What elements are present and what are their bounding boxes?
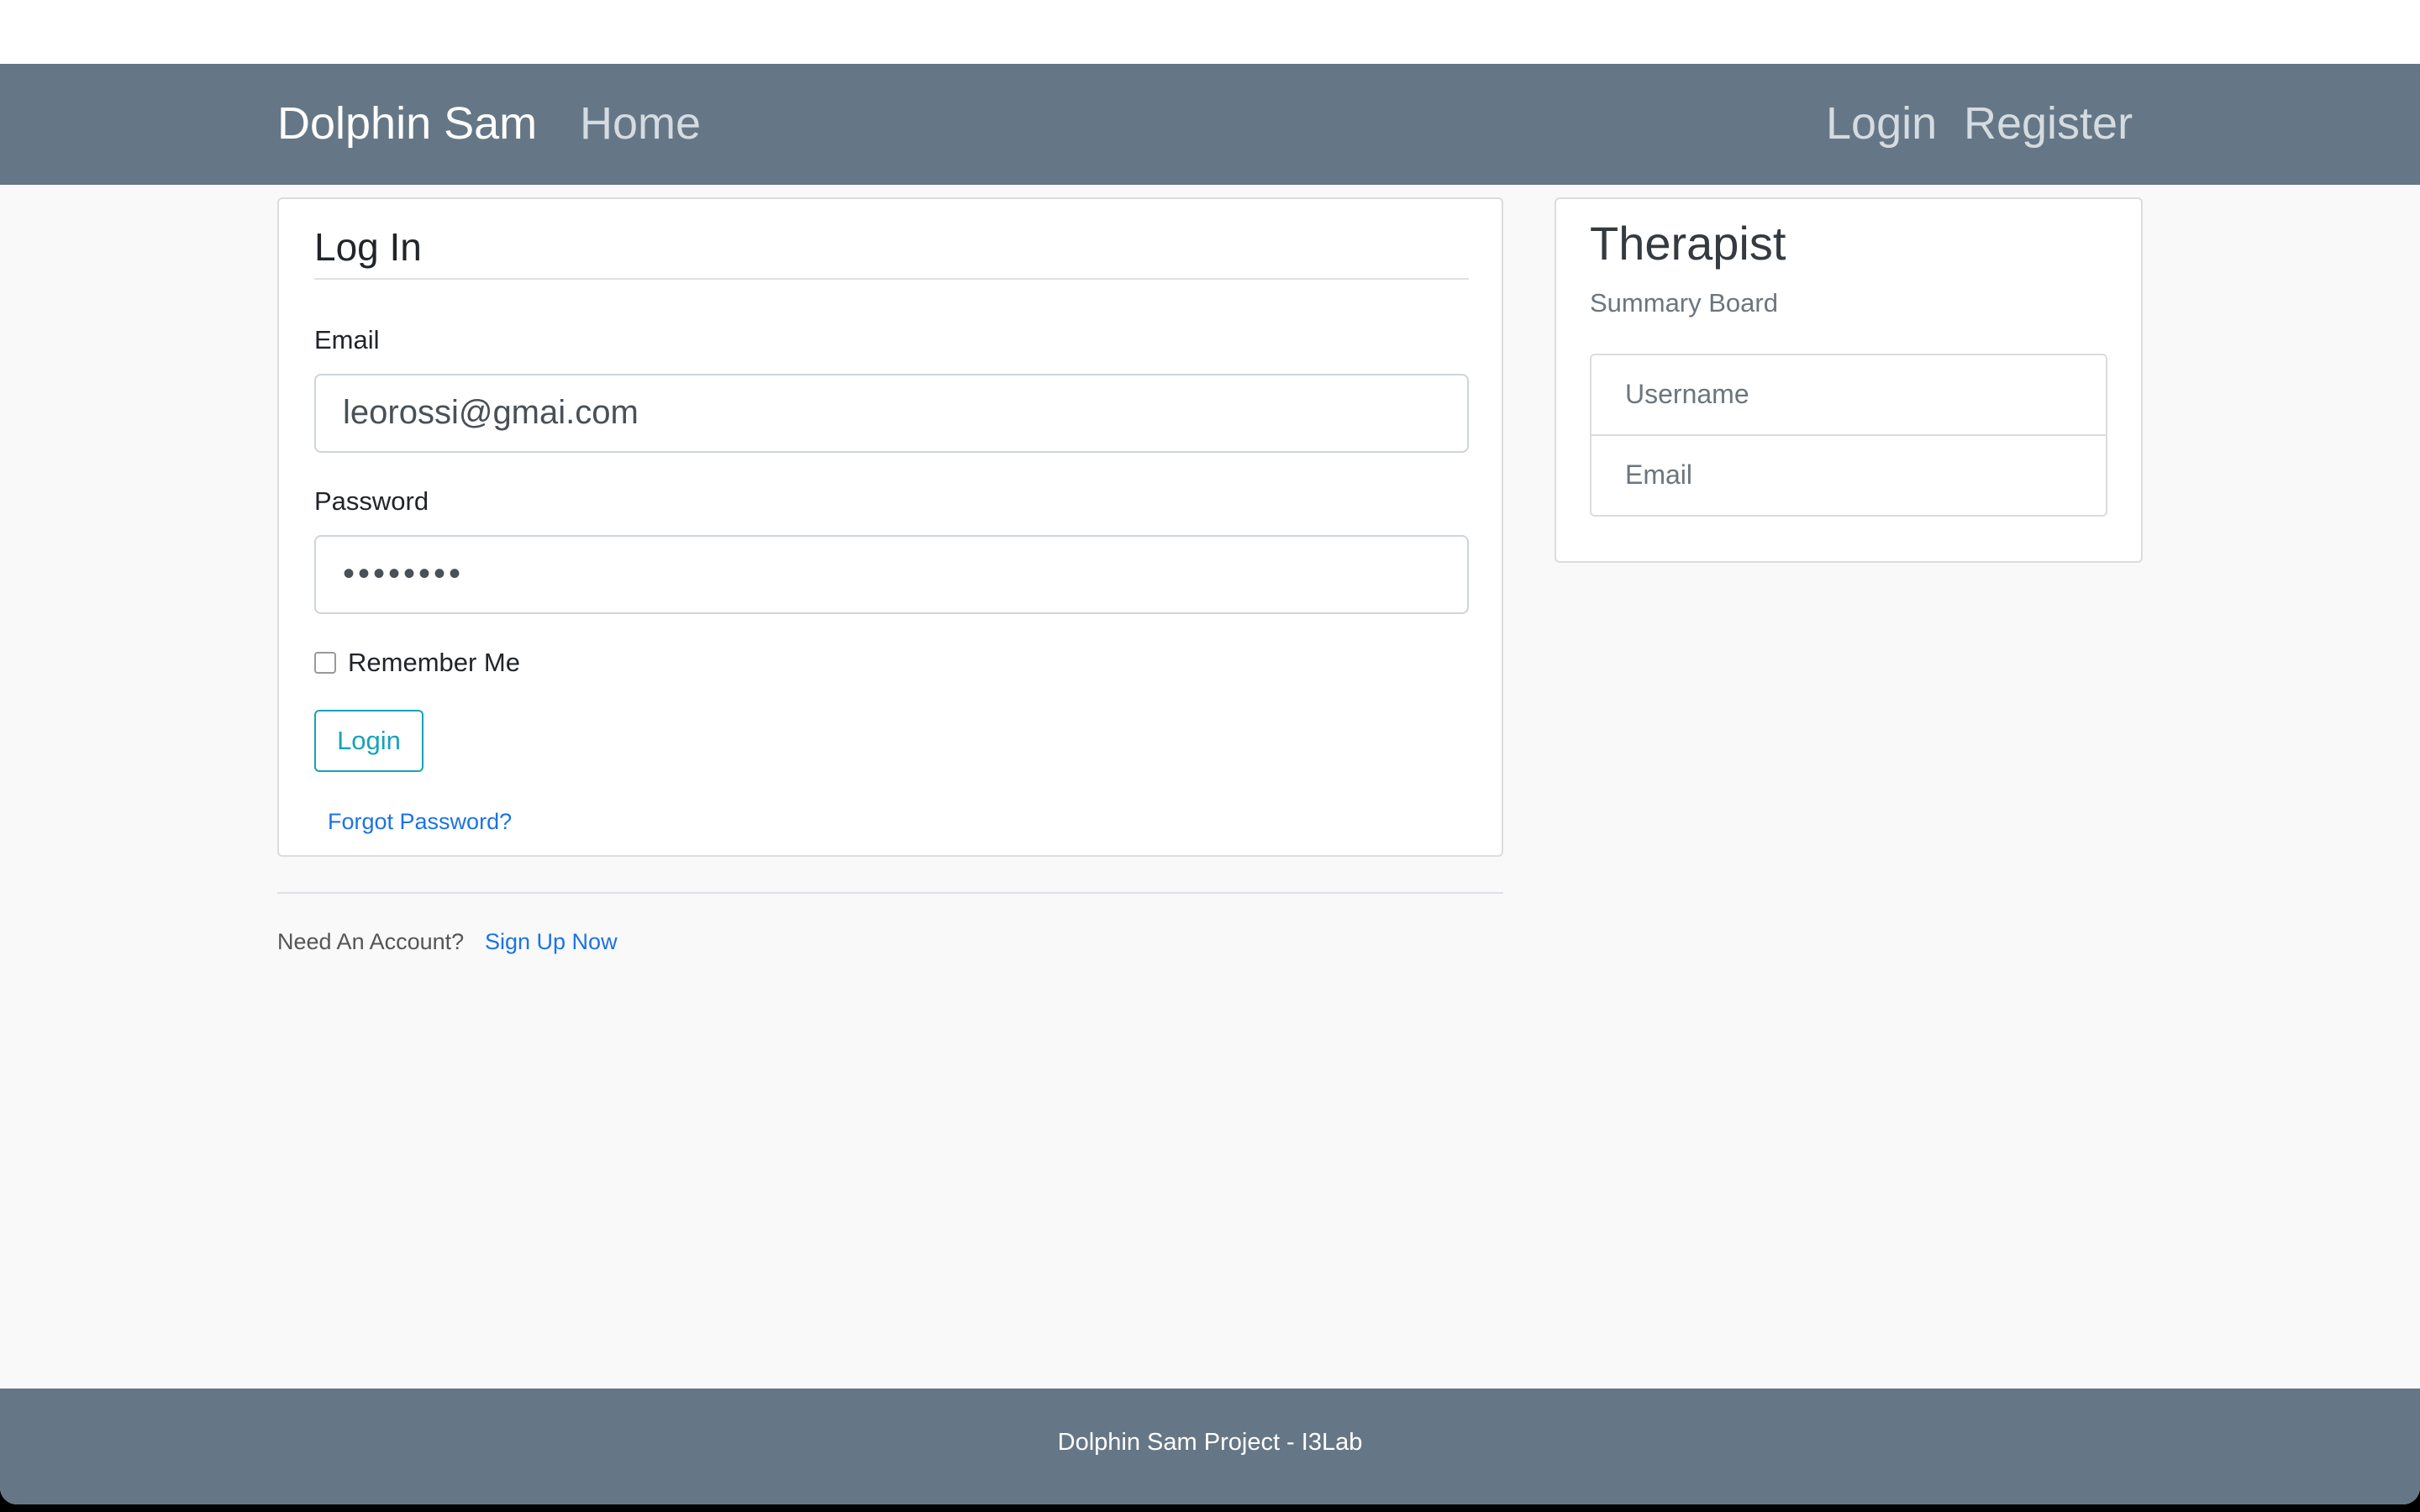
brand-link[interactable]: Dolphin Sam — [277, 97, 537, 150]
signup-link[interactable]: Sign Up Now — [485, 929, 618, 955]
remember-label[interactable]: Remember Me — [348, 648, 520, 678]
login-button[interactable]: Login — [314, 710, 424, 772]
nav-home[interactable]: Home — [580, 97, 701, 150]
therapist-subtitle: Summary Board — [1590, 288, 1778, 318]
forgot-password-link[interactable]: Forgot Password? — [328, 809, 512, 835]
list-item-email: Email — [1590, 434, 2107, 517]
top-bar — [0, 0, 2420, 64]
password-input[interactable]: •••••••• — [314, 535, 1469, 614]
nav-login[interactable]: Login — [1826, 97, 1937, 150]
title-divider — [314, 278, 1469, 280]
navbar: Dolphin Sam Home Login Register — [0, 64, 2420, 185]
login-card: Log In Email leorossi@gmai.com Password … — [277, 197, 1503, 857]
list-item-username: Username — [1590, 354, 2107, 436]
footer: Dolphin Sam Project - I3Lab — [0, 1389, 2420, 1504]
divider — [277, 892, 1503, 894]
page: Dolphin Sam Home Login Register Log In E… — [0, 64, 2420, 1504]
password-label: Password — [314, 486, 429, 516]
signup-prompt: Need An Account? — [277, 929, 465, 954]
email-label: Email — [314, 325, 380, 354]
nav-register[interactable]: Register — [1964, 97, 2133, 150]
therapist-card: Therapist Summary Board Username Email — [1555, 197, 2143, 563]
remember-checkbox[interactable] — [314, 652, 336, 674]
login-title: Log In — [314, 225, 422, 269]
therapist-title: Therapist — [1590, 217, 1786, 270]
email-input[interactable]: leorossi@gmai.com — [314, 374, 1469, 453]
